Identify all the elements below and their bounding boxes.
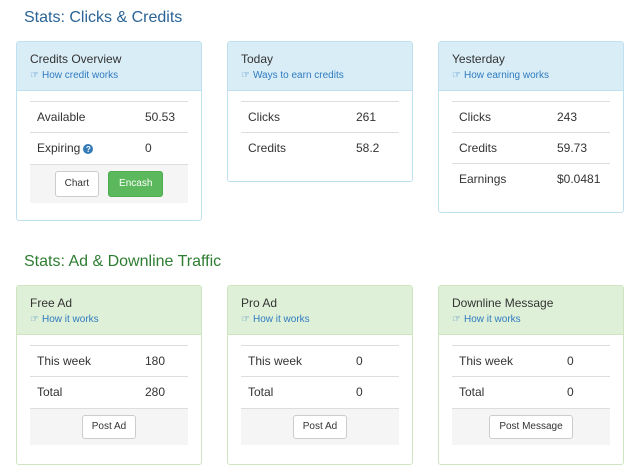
row-value: 58.2 (349, 132, 399, 164)
thumbs-up-icon: ☞ (452, 70, 461, 81)
link-label: How earning works (463, 70, 550, 81)
row-label-cell: Expiring? (30, 132, 138, 164)
chart-button[interactable]: Chart (54, 170, 100, 197)
post-free-ad-button[interactable]: Post Ad (81, 414, 137, 439)
panel-heading: Today ☞ Ways to earn credits (228, 42, 412, 91)
table-row: Credits 59.73 (452, 132, 610, 164)
button-row: Post Message (452, 407, 610, 445)
row-value: 0 (138, 132, 188, 164)
row-value: 243 (550, 101, 610, 133)
link-label: How it works (463, 314, 521, 325)
row-label: Expiring (37, 141, 81, 156)
panel-heading: Credits Overview ☞ How credit works (17, 42, 201, 91)
panel-downline-message: Downline Message ☞ How it works This wee… (438, 285, 624, 465)
table-row: Earnings $0.0481 (452, 163, 610, 195)
how-earning-works-link[interactable]: ☞ How earning works (452, 70, 610, 82)
thumbs-up-icon: ☞ (241, 70, 250, 81)
row-label: Available (30, 101, 138, 133)
table-row: Available 50.53 (30, 101, 188, 133)
panel-pro-ad: Pro Ad ☞ How it works This week 0 Total … (227, 285, 413, 465)
thumbs-up-icon: ☞ (30, 70, 39, 81)
table-row: Clicks 243 (452, 101, 610, 133)
thumbs-up-icon: ☞ (452, 314, 461, 325)
row-label: This week (452, 345, 560, 377)
row-label: Clicks (452, 101, 550, 133)
button-row: Post Ad (241, 407, 399, 445)
link-label: Ways to earn credits (252, 70, 344, 81)
panel-title: Downline Message (452, 296, 554, 310)
row-label: Total (30, 376, 138, 408)
row-value: $0.0481 (550, 163, 610, 195)
row-value: 0 (349, 376, 399, 408)
row-value: 59.73 (550, 132, 610, 164)
question-circle-icon[interactable]: ? (83, 144, 94, 155)
panel-heading: Downline Message ☞ How it works (439, 286, 623, 335)
link-label: How it works (41, 314, 99, 325)
section-title-clicks-credits: Stats: Clicks & Credits (24, 9, 183, 26)
panel-heading: Yesterday ☞ How earning works (439, 42, 623, 91)
panel-title: Free Ad (30, 296, 73, 310)
panel-yesterday: Yesterday ☞ How earning works Clicks 243… (438, 41, 624, 213)
how-it-works-link[interactable]: ☞ How it works (452, 314, 610, 326)
panel-title: Pro Ad (241, 296, 278, 310)
table-row: This week 0 (241, 345, 399, 377)
row-label: Total (241, 376, 349, 408)
how-it-works-link[interactable]: ☞ How it works (241, 314, 399, 326)
panel-title: Yesterday (452, 52, 505, 66)
encash-button[interactable]: Encash (108, 170, 164, 197)
button-row: Chart Encash (30, 163, 188, 203)
table-row: Total 0 (452, 376, 610, 408)
panel-heading: Pro Ad ☞ How it works (228, 286, 412, 335)
panel-today: Today ☞ Ways to earn credits Clicks 261 … (227, 41, 413, 182)
how-it-works-link[interactable]: ☞ How it works (30, 314, 188, 326)
post-pro-ad-button[interactable]: Post Ad (292, 414, 348, 439)
row-label: Credits (241, 132, 349, 164)
row-value: 0 (349, 345, 399, 377)
how-credit-works-link[interactable]: ☞ How credit works (30, 70, 188, 82)
thumbs-up-icon: ☞ (30, 314, 39, 325)
thumbs-up-icon: ☞ (241, 314, 250, 325)
row-value: 261 (349, 101, 399, 133)
ways-to-earn-credits-link[interactable]: ☞ Ways to earn credits (241, 70, 399, 82)
row-label: Credits (452, 132, 550, 164)
link-label: How credit works (41, 70, 119, 81)
table-row: Clicks 261 (241, 101, 399, 133)
panel-title: Credits Overview (30, 52, 122, 66)
row-label: This week (30, 345, 138, 377)
panel-title: Today (241, 52, 274, 66)
table-row: Total 280 (30, 376, 188, 408)
button-row: Post Ad (30, 407, 188, 445)
stats-table: Clicks 261 Credits 58.2 (241, 101, 399, 164)
row-label: This week (241, 345, 349, 377)
panel-free-ad: Free Ad ☞ How it works This week 180 Tot… (16, 285, 202, 465)
stats-table: Available 50.53 Expiring? 0 (30, 101, 188, 164)
stats-table: This week 0 Total 0 (241, 345, 399, 408)
table-row: Expiring? 0 (30, 132, 188, 164)
stats-table: This week 0 Total 0 (452, 345, 610, 408)
table-row: Credits 58.2 (241, 132, 399, 164)
row-value: 0 (560, 376, 610, 408)
row-label: Total (452, 376, 560, 408)
panel-credits-overview: Credits Overview ☞ How credit works Avai… (16, 41, 202, 221)
row-value: 0 (560, 345, 610, 377)
table-row: Total 0 (241, 376, 399, 408)
table-row: This week 0 (452, 345, 610, 377)
link-label: How it works (252, 314, 310, 325)
row-label: Clicks (241, 101, 349, 133)
panel-heading: Free Ad ☞ How it works (17, 286, 201, 335)
row-value: 280 (138, 376, 188, 408)
post-message-button[interactable]: Post Message (489, 414, 573, 439)
section-title-ad-downline: Stats: Ad & Downline Traffic (24, 253, 222, 270)
stats-table: This week 180 Total 280 (30, 345, 188, 408)
stats-table: Clicks 243 Credits 59.73 Earnings $0.048… (452, 101, 610, 195)
row-value: 50.53 (138, 101, 188, 133)
row-value: 180 (138, 345, 188, 377)
row-label: Earnings (452, 163, 550, 195)
table-row: This week 180 (30, 345, 188, 377)
